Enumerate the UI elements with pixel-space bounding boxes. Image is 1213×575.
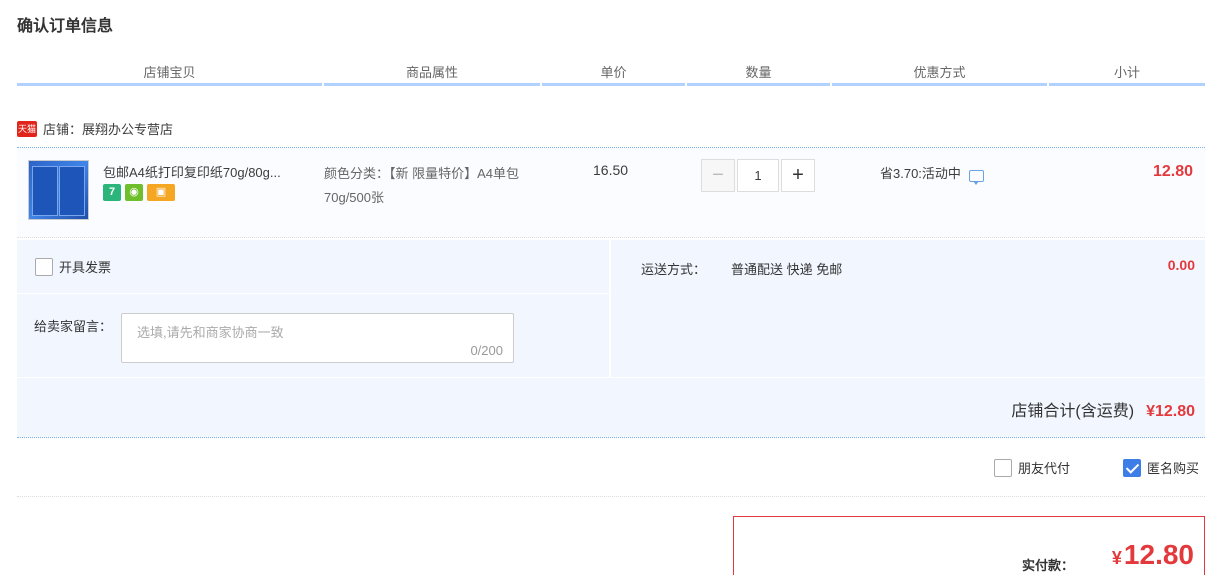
shipping-method: 普通配送 快递 免邮 — [731, 262, 843, 277]
increase-quantity-button[interactable]: + — [781, 159, 815, 192]
paper-ream-image — [32, 166, 59, 216]
shipping-label: 运送方式： — [641, 262, 707, 277]
guarantee-icon[interactable]: ◉ — [125, 184, 143, 201]
product-attributes: 颜色分类：【新 限量特价】A4单包 70g/500张 — [324, 166, 520, 205]
invoice-label: 开具发票 — [59, 260, 112, 275]
divider — [609, 240, 611, 378]
quantity-stepper: − 1 + — [701, 159, 815, 192]
paper-ream-image — [58, 166, 85, 216]
page-title: 确认订单信息 — [17, 18, 114, 35]
product-title-link[interactable]: 包邮A4纸打印复印纸70g/80g... — [103, 162, 318, 181]
column-header-unit-price: 单价 — [542, 58, 685, 86]
payment-amount: 12.80 — [1123, 539, 1194, 570]
promotion-info: 省3.70:活动中 — [880, 163, 984, 185]
friend-pay-option[interactable]: 朋友代付 — [994, 458, 1070, 477]
seller-message-textarea[interactable]: 选填,请先和商家协商一致 0/200 — [121, 313, 514, 363]
friend-pay-label: 朋友代付 — [1018, 461, 1071, 476]
currency-symbol: ¥ — [1111, 548, 1122, 568]
message-char-count: 0/200 — [470, 343, 503, 358]
tmall-icon: 天猫 — [17, 120, 37, 137]
seven-day-return-icon[interactable]: 7 — [103, 184, 121, 201]
order-options-left: 开具发票 给卖家留言： 选填,请先和商家协商一致 0/200 — [17, 240, 609, 378]
friend-pay-checkbox[interactable] — [994, 458, 1012, 477]
anonymous-label: 匿名购买 — [1147, 461, 1200, 476]
shop-total: 店铺合计(含运费) ¥12.80 — [1011, 397, 1195, 421]
column-header-attributes: 商品属性 — [324, 58, 540, 86]
cart-item-row: 包邮A4纸打印复印纸70g/80g... 7 ◉ ▣ 颜色分类：【新 限量特价】… — [17, 148, 1205, 238]
payment-label: 实付款： — [1022, 558, 1075, 573]
shipping-fee: 0.00 — [1167, 257, 1195, 273]
payment-summary: 实付款： ¥12.80 — [733, 516, 1205, 575]
decrease-quantity-button[interactable]: − — [701, 159, 735, 192]
item-subtotal: 12.80 — [1152, 163, 1193, 180]
invoice-option[interactable]: 开具发票 — [35, 257, 111, 276]
table-header: 店铺宝贝 商品属性 单价 数量 优惠方式 小计 — [17, 58, 1205, 86]
column-header-shop-item: 店铺宝贝 — [17, 58, 322, 86]
divider — [17, 293, 609, 294]
extra-options: 朋友代付 匿名购买 — [17, 444, 1205, 497]
anonymous-purchase-option[interactable]: 匿名购买 — [1123, 458, 1199, 477]
order-options-panel: 开具发票 给卖家留言： 选填,请先和商家协商一致 0/200 运送方式： 普通配… — [17, 240, 1205, 438]
column-header-discount: 优惠方式 — [832, 58, 1047, 86]
quantity-input[interactable]: 1 — [737, 159, 779, 192]
column-header-quantity: 数量 — [687, 58, 830, 86]
shop-total-label: 店铺合计(含运费) — [1011, 403, 1135, 420]
divider — [17, 377, 1205, 378]
promotion-text: 省3.70:活动中 — [880, 166, 961, 181]
unit-price: 16.50 — [593, 162, 629, 178]
message-label: 给卖家留言： — [34, 319, 113, 334]
invoice-checkbox[interactable] — [35, 257, 53, 276]
column-header-subtotal: 小计 — [1049, 58, 1205, 86]
chat-bubble-icon[interactable] — [968, 169, 984, 185]
message-placeholder: 选填,请先和商家协商一致 — [137, 325, 284, 340]
shop-row: 天猫 店铺：展翔办公专营店 — [17, 110, 1205, 148]
credit-card-icon[interactable]: ▣ — [147, 184, 175, 201]
anonymous-checkbox[interactable] — [1123, 458, 1141, 477]
shop-name-link[interactable]: 店铺：展翔办公专营店 — [43, 119, 173, 138]
product-thumbnail[interactable] — [28, 160, 89, 220]
service-icons: 7 ◉ ▣ — [103, 184, 175, 201]
shop-total-value: ¥12.80 — [1146, 403, 1195, 420]
payment-total: ¥12.80 — [1112, 539, 1194, 571]
